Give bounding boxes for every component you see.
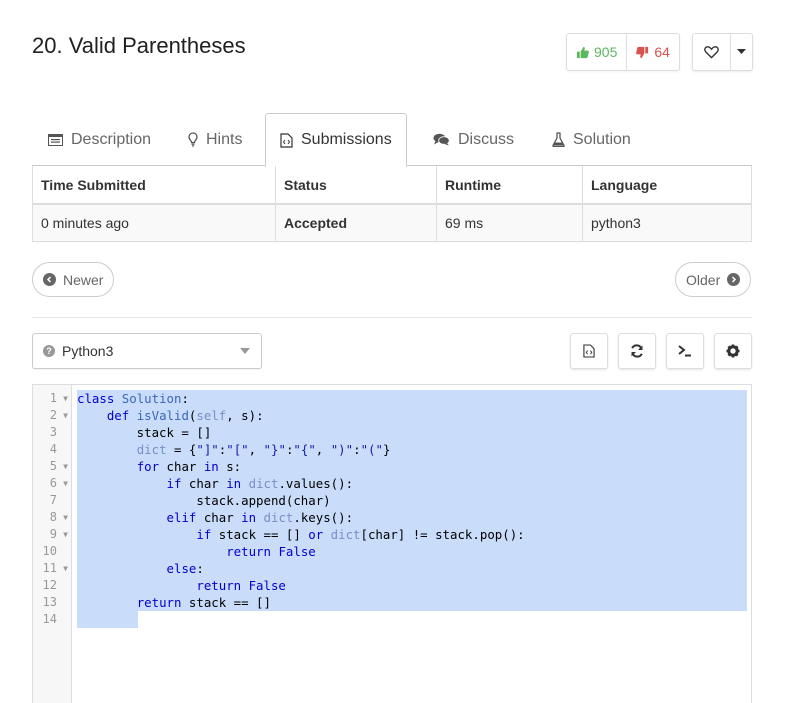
question-icon: ? xyxy=(43,345,55,357)
lightbulb-icon xyxy=(188,132,198,147)
language-select[interactable]: ? Python3 xyxy=(32,333,262,369)
dislike-count: 64 xyxy=(654,44,670,60)
code-line: if char in dict.values(): xyxy=(166,476,354,491)
fold-arrow-icon[interactable]: ▼ xyxy=(63,407,68,424)
vote-group: 905 64 xyxy=(566,33,680,71)
newer-label: Newer xyxy=(63,271,104,288)
code-line: for char in s: xyxy=(136,459,242,474)
submissions-table: Time Submitted Status Runtime Language 0… xyxy=(32,166,752,242)
line-number: 8 ▼ xyxy=(49,509,68,526)
chevron-right-icon xyxy=(727,273,741,286)
tab-discuss[interactable]: Discuss xyxy=(419,113,528,166)
description-icon xyxy=(48,133,63,146)
tab-submissions[interactable]: Submissions xyxy=(265,113,407,167)
problem-title: 20. Valid Parentheses xyxy=(32,33,246,58)
flask-icon xyxy=(552,132,565,147)
column-header-runtime: Runtime xyxy=(436,166,583,205)
code-line: stack = [] xyxy=(77,425,212,440)
code-line: else: xyxy=(166,561,204,576)
code-line: dict = {"]":"[", "}":"{", ")":"("} xyxy=(136,442,391,457)
fold-arrow-icon[interactable]: ▼ xyxy=(63,526,68,543)
column-header-status: Status xyxy=(275,166,437,205)
view-code-button[interactable] xyxy=(570,333,608,369)
code-editor[interactable]: 1 ▼ 2 ▼ 3 4 5 ▼ 6 ▼ 7 8 ▼ 9 ▼ 10 11 ▼ 12 13 14 … xyxy=(32,384,752,703)
table-header-row: Time Submitted Status Runtime Language xyxy=(32,166,752,205)
tab-label: Hints xyxy=(206,130,243,148)
fold-arrow-icon[interactable]: ▼ xyxy=(63,458,68,475)
reset-code-button[interactable] xyxy=(618,333,656,369)
chevron-left-icon xyxy=(43,273,56,286)
tab-label: Discuss xyxy=(458,130,515,148)
code-line: class Solution: xyxy=(77,391,189,406)
line-number: 1 ▼ xyxy=(49,390,68,407)
newer-button[interactable]: Newer xyxy=(32,262,115,297)
line-number: 14 xyxy=(42,612,57,626)
thumbs-down-icon xyxy=(636,46,649,58)
settings-button[interactable] xyxy=(714,333,752,369)
tab-solution[interactable]: Solution xyxy=(538,113,645,166)
line-number: 13 xyxy=(42,595,57,609)
line-number: 5 ▼ xyxy=(49,458,68,475)
favorite-group xyxy=(692,33,753,71)
line-number: 4 xyxy=(49,442,57,456)
problem-tabs: Description Hints Submissions Discuss So… xyxy=(32,113,752,167)
code-line: return stack == [] xyxy=(136,595,271,610)
line-number: 2 ▼ xyxy=(49,407,68,424)
console-button[interactable] xyxy=(666,333,704,369)
tab-label: Description xyxy=(71,130,152,148)
line-number: 10 xyxy=(42,544,57,558)
table-row[interactable]: 0 minutes ago Accepted 69 ms python3 xyxy=(32,204,752,242)
thumbs-up-icon xyxy=(576,46,589,58)
gear-icon xyxy=(726,344,740,358)
line-number-gutter: 1 ▼ 2 ▼ 3 4 5 ▼ 6 ▼ 7 8 ▼ 9 ▼ 10 11 ▼ 12 13 14 xyxy=(33,385,72,703)
text-selection xyxy=(77,611,138,628)
tab-hints[interactable]: Hints xyxy=(174,113,256,166)
code-line: return False xyxy=(226,544,316,559)
terminal-icon xyxy=(678,345,691,357)
line-number: 7 xyxy=(49,493,57,507)
older-label: Older xyxy=(686,271,721,288)
line-number: 12 xyxy=(42,578,57,592)
dislike-button[interactable]: 64 xyxy=(627,34,679,70)
code-line: elif char in dict.keys(): xyxy=(166,510,354,525)
like-button[interactable]: 905 xyxy=(567,34,628,70)
fold-arrow-icon[interactable]: ▼ xyxy=(63,560,68,577)
caret-down-icon xyxy=(240,348,250,354)
fold-arrow-icon[interactable]: ▼ xyxy=(63,509,68,526)
older-button[interactable]: Older xyxy=(675,262,752,297)
fold-arrow-icon[interactable]: ▼ xyxy=(63,390,68,407)
submission-time: 0 minutes ago xyxy=(32,204,276,242)
code-line: stack.append(char) xyxy=(77,493,331,508)
tab-label: Submissions xyxy=(301,131,392,148)
comments-icon xyxy=(433,133,450,146)
column-header-language: Language xyxy=(582,166,752,205)
code-line: def isValid(self, s): xyxy=(106,408,264,423)
submission-language: python3 xyxy=(582,204,752,242)
favorite-dropdown-button[interactable] xyxy=(731,34,752,70)
code-line: if stack == [] or dict[char] != stack.po… xyxy=(196,527,525,542)
favorite-button[interactable] xyxy=(693,34,731,70)
tab-label: Solution xyxy=(573,130,631,148)
language-select-value: Python3 xyxy=(62,343,114,359)
refresh-icon xyxy=(631,344,643,358)
like-count: 905 xyxy=(594,44,618,60)
fold-arrow-icon[interactable]: ▼ xyxy=(63,475,68,492)
code-line: return False xyxy=(196,578,286,593)
code-file-icon xyxy=(280,132,293,148)
line-number: 3 xyxy=(49,425,57,439)
section-divider xyxy=(32,317,752,318)
code-file-icon xyxy=(583,344,595,358)
line-number: 6 ▼ xyxy=(49,475,68,492)
heart-icon xyxy=(704,46,719,59)
tab-description[interactable]: Description xyxy=(34,113,165,166)
column-header-time: Time Submitted xyxy=(32,166,276,205)
caret-down-icon xyxy=(737,49,746,54)
submission-runtime: 69 ms xyxy=(436,204,583,242)
line-number: 9 ▼ xyxy=(49,526,68,543)
line-number: 11 ▼ xyxy=(42,560,68,577)
submission-status-link[interactable]: Accepted xyxy=(275,204,437,242)
